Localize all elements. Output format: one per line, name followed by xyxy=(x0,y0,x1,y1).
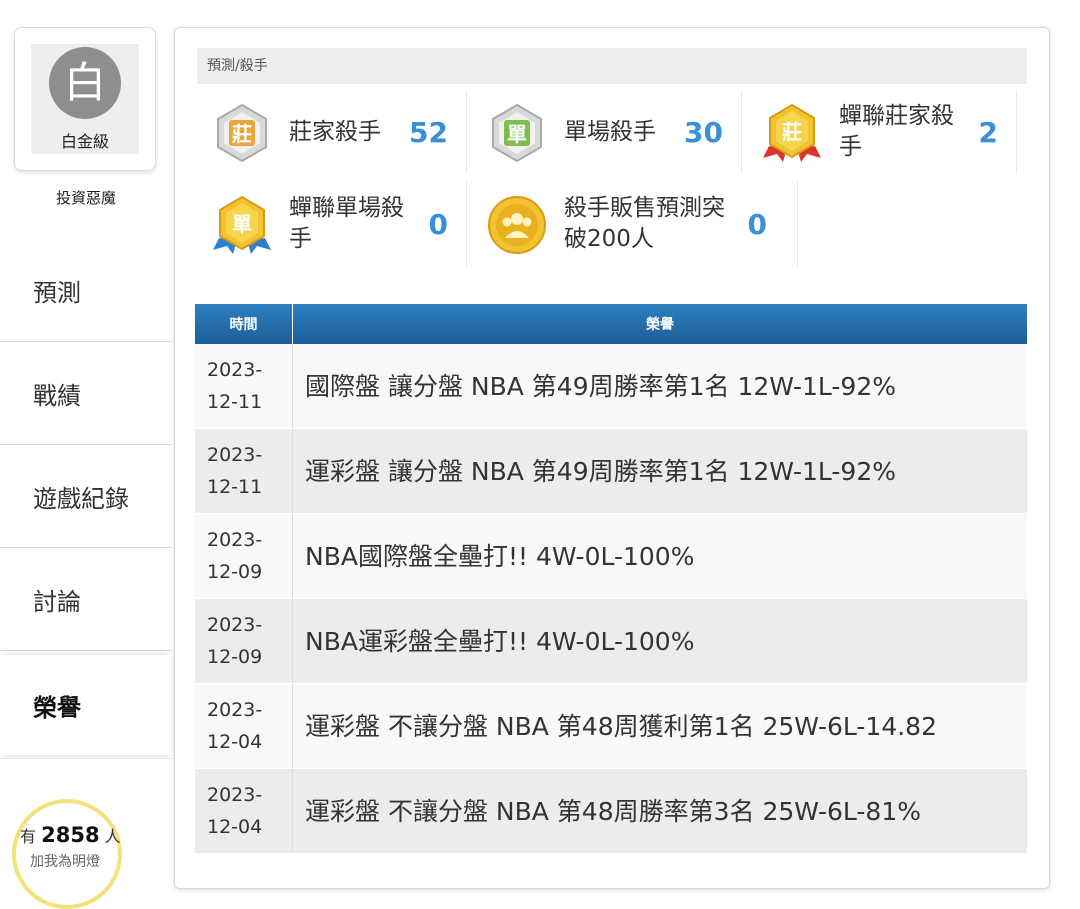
dan-badge-icon: 單 xyxy=(492,103,542,163)
column-header-time: 時間 xyxy=(195,304,293,344)
badge-label: 單場殺手 xyxy=(564,118,656,145)
row-honor-text: NBA國際盤全壘打!! 4W-0L-100% xyxy=(292,513,1027,599)
consecutive-dan-badge-icon: 單 xyxy=(213,195,271,254)
badge-label: 蟬聯單場殺手 xyxy=(289,195,404,252)
table-row: 2023- 12-04 運彩盤 不讓分盤 NBA 第48周獲利第1名 25W-6L-… xyxy=(195,683,1027,769)
breadcrumb: 預測/殺手 xyxy=(197,48,1027,84)
badge-count: 52 xyxy=(409,115,448,149)
row-date: 2023- 12-11 xyxy=(195,428,293,514)
consecutive-zhuang-badge-icon: 莊 xyxy=(763,103,821,162)
nav-item-prediction[interactable]: 預測 xyxy=(0,240,172,342)
table-row: 2023- 12-09 NBA運彩盤全壘打!! 4W-0L-100% xyxy=(195,598,1027,684)
table-body: 2023- 12-11 國際盤 讓分盤 NBA 第49周勝率第1名 12W-1L-9… xyxy=(195,344,1027,854)
badge-consecutive-single-killer: 單 蟬聯單場殺手 0 xyxy=(197,182,467,266)
nav-item-label: 預測 xyxy=(33,279,81,307)
fan-count: 有 2858 人 xyxy=(20,823,121,847)
fan-widget[interactable]: 有 2858 人 加我為明燈 xyxy=(0,758,172,909)
nav-item-label: 榮譽 xyxy=(33,693,81,722)
row-honor-text: 運彩盤 不讓分盤 NBA 第48周勝率第3名 25W-6L-81% xyxy=(292,768,1027,854)
row-date: 2023- 12-09 xyxy=(195,598,293,684)
row-date: 2023- 12-04 xyxy=(195,768,293,854)
zhuang-badge-icon: 莊 xyxy=(217,103,267,163)
table-row: 2023- 12-11 運彩盤 讓分盤 NBA 第49周勝率第1名 12W-1L-9… xyxy=(195,428,1027,514)
badge-zhuang-killer: 莊 莊家殺手 52 xyxy=(197,90,467,174)
fan-suffix: 人 xyxy=(104,827,121,846)
honor-panel: 預測/殺手 莊 莊家殺手 52 單 單場殺手 30 莊 蟬聯莊家殺手 2 單 蟬… xyxy=(174,27,1050,889)
badge-single-killer: 單 單場殺手 30 xyxy=(472,90,742,174)
nav-item-label: 遊戲紀錄 xyxy=(33,485,129,513)
badge-label: 蟬聯莊家殺手 xyxy=(839,103,954,160)
table-header-row: 時間 榮譽 xyxy=(195,304,1027,344)
svg-text:莊: 莊 xyxy=(782,120,802,144)
nav-item-game-log[interactable]: 遊戲紀錄 xyxy=(0,446,172,548)
nav-item-honor[interactable]: 榮譽 xyxy=(0,655,172,755)
nav-item-label: 戰績 xyxy=(33,382,81,410)
badge-count: 30 xyxy=(684,115,723,149)
badge-label: 莊家殺手 xyxy=(289,118,381,145)
row-date: 2023- 12-04 xyxy=(195,683,293,769)
follow-hint[interactable]: 加我為明燈 xyxy=(30,851,100,871)
row-honor-text: 國際盤 讓分盤 NBA 第49周勝率第1名 12W-1L-92% xyxy=(292,344,1027,429)
svg-text:莊: 莊 xyxy=(232,122,252,146)
badge-count: 0 xyxy=(428,207,448,241)
row-date: 2023- 12-09 xyxy=(195,513,293,599)
user-nickname: 投資惡魔 xyxy=(55,189,116,207)
sidebar: 白 白金級 投資惡魔 預測 戰績 遊戲紀錄 討論 榮譽 有 2858 人 加我為… xyxy=(0,0,172,909)
nav-item-discussion[interactable]: 討論 xyxy=(0,549,172,651)
nav-item-record[interactable]: 戰績 xyxy=(0,343,172,445)
table-row: 2023- 12-11 國際盤 讓分盤 NBA 第49周勝率第1名 12W-1L-9… xyxy=(195,344,1027,429)
badge-sales-breakthrough: 殺手販售預測突破200人 0 xyxy=(472,182,798,266)
fan-number: 2858 xyxy=(41,823,100,847)
nav-item-label: 討論 xyxy=(33,588,81,616)
column-header-honor: 榮譽 xyxy=(292,304,1027,344)
sales-medal-icon xyxy=(488,196,546,254)
user-level: 白金級 xyxy=(60,132,109,151)
table-row: 2023- 12-09 NBA國際盤全壘打!! 4W-0L-100% xyxy=(195,513,1027,599)
honor-table: 時間 榮譽 2023- 12-11 國際盤 讓分盤 NBA 第49周勝率第1名 12… xyxy=(195,304,1027,854)
badge-count: 0 xyxy=(747,207,767,241)
row-honor-text: NBA運彩盤全壘打!! 4W-0L-100% xyxy=(292,598,1027,684)
badge-count: 2 xyxy=(978,115,998,149)
row-honor-text: 運彩盤 讓分盤 NBA 第49周勝率第1名 12W-1L-92% xyxy=(292,428,1027,514)
svg-text:單: 單 xyxy=(507,122,527,146)
table-row: 2023- 12-04 運彩盤 不讓分盤 NBA 第48周勝率第3名 25W-6L-… xyxy=(195,768,1027,854)
badge-consecutive-zhuang-killer: 莊 蟬聯莊家殺手 2 xyxy=(747,90,1017,174)
avatar-level-icon: 白 xyxy=(49,47,121,119)
svg-text:單: 單 xyxy=(232,212,252,236)
badge-label: 殺手販售預測突破200人 xyxy=(564,195,725,252)
row-honor-text: 運彩盤 不讓分盤 NBA 第48周獲利第1名 25W-6L-14.82 xyxy=(292,683,1027,769)
avatar-card[interactable]: 白 白金級 xyxy=(14,27,156,171)
fan-prefix: 有 xyxy=(20,827,37,846)
row-date: 2023- 12-11 xyxy=(195,344,293,429)
